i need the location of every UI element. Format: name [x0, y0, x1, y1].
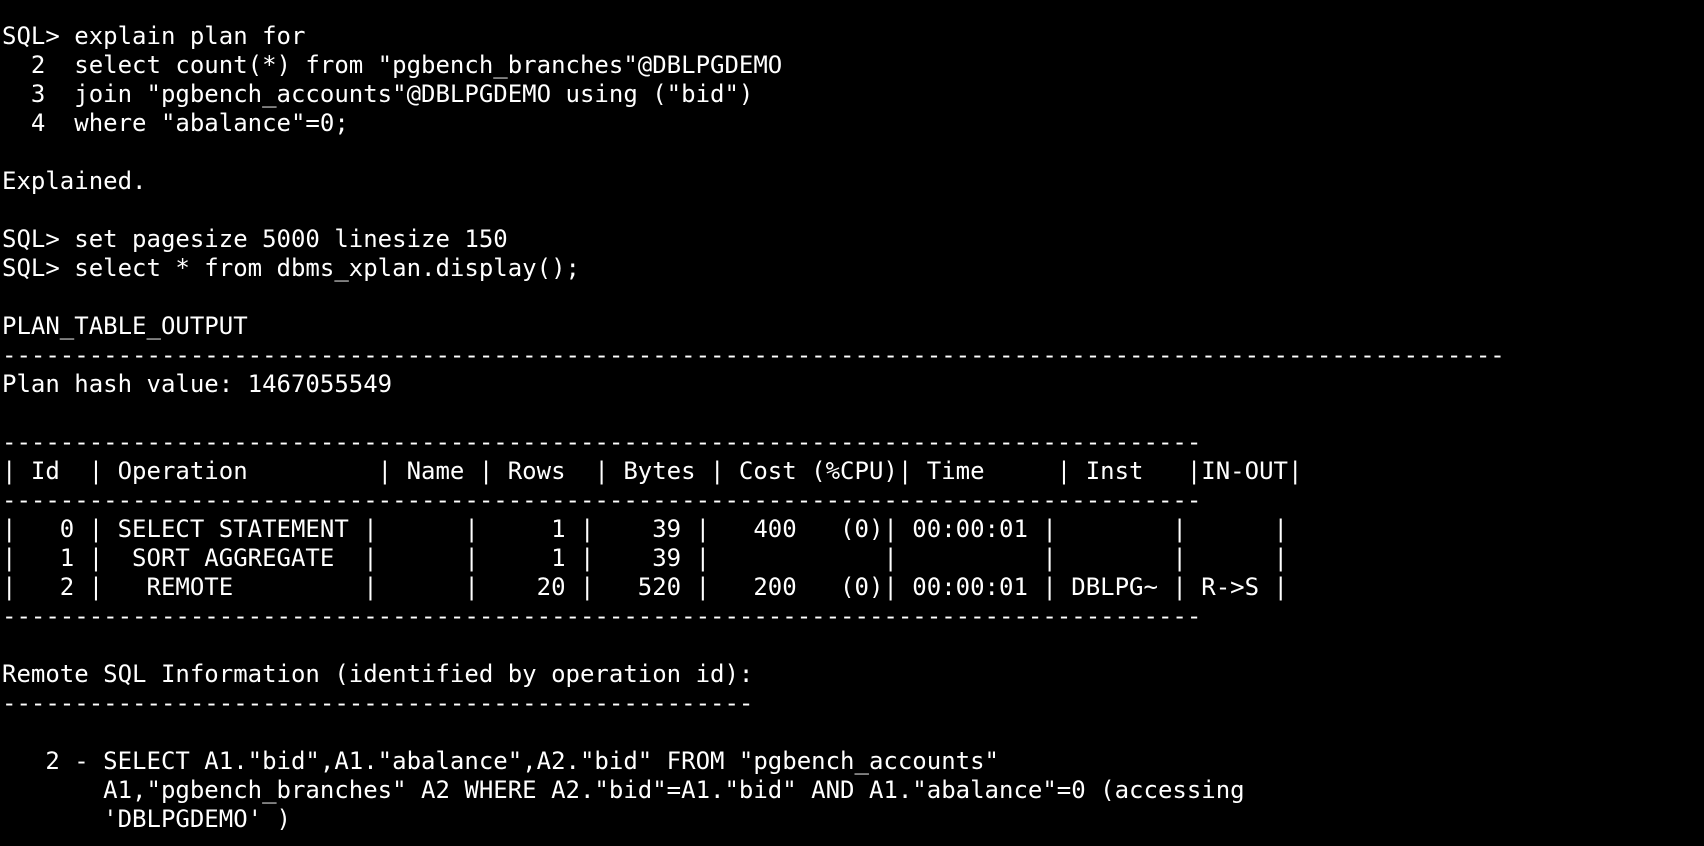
- terminal-line-25: [2, 718, 1505, 747]
- terminal-line-28: 'DBLPGDEMO' ): [2, 805, 291, 833]
- terminal-window[interactable]: SQL> explain plan for 2 select count(*) …: [0, 0, 1704, 846]
- terminal-line-9: SQL> select * from dbms_xplan.display();: [2, 254, 580, 282]
- terminal-line-27: A1,"pgbench_branches" A2 WHERE A2."bid"=…: [2, 776, 1245, 804]
- terminal-line-17: ----------------------------------------…: [2, 486, 1202, 514]
- terminal-line-2: 2 select count(*) from "pgbench_branches…: [2, 51, 783, 79]
- terminal-line-8: SQL> set pagesize 5000 linesize 150: [2, 225, 508, 253]
- terminal-line-12: ----------------------------------------…: [2, 341, 1505, 369]
- terminal-line-21: ----------------------------------------…: [2, 602, 1202, 630]
- terminal-line-5: [2, 138, 1505, 167]
- terminal-line-4: 4 where "abalance"=0;: [2, 109, 349, 137]
- terminal-line-11: PLAN_TABLE_OUTPUT: [2, 312, 248, 340]
- terminal-line-20: | 2 | REMOTE | | 20 | 520 | 200 (0)| 00:…: [2, 573, 1288, 601]
- terminal-line-1: SQL> explain plan for: [2, 22, 306, 50]
- terminal-line-23: Remote SQL Information (identified by op…: [2, 660, 754, 688]
- terminal-line-15: ----------------------------------------…: [2, 428, 1202, 456]
- terminal-line-26: 2 - SELECT A1."bid",A1."abalance",A2."bi…: [2, 747, 999, 775]
- terminal-line-6: Explained.: [2, 167, 147, 195]
- terminal-line-22: [2, 631, 1505, 660]
- terminal-line-16: | Id | Operation | Name | Rows | Bytes |…: [2, 457, 1303, 485]
- terminal-line-14: [2, 399, 1505, 428]
- terminal-line-18: | 0 | SELECT STATEMENT | | 1 | 39 | 400 …: [2, 515, 1288, 543]
- terminal-line-19: | 1 | SORT AGGREGATE | | 1 | 39 | | | | …: [2, 544, 1288, 572]
- terminal-line-7: [2, 196, 1505, 225]
- terminal-line-10: [2, 283, 1505, 312]
- terminal-line-24: ----------------------------------------…: [2, 689, 754, 717]
- terminal-line-13: Plan hash value: 1467055549: [2, 370, 393, 398]
- terminal-output: SQL> explain plan for 2 select count(*) …: [2, 22, 1505, 834]
- terminal-line-3: 3 join "pgbench_accounts"@DBLPGDEMO usin…: [2, 80, 754, 108]
